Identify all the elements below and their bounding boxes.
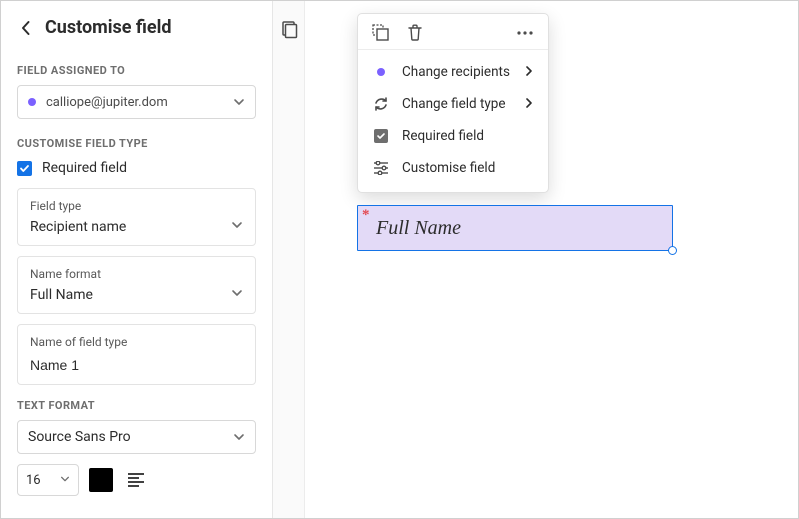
name-format-select[interactable]: Full Name: [30, 287, 243, 303]
assigned-to-label: FIELD ASSIGNED TO: [17, 64, 256, 77]
text-format-label: TEXT FORMAT: [17, 399, 256, 412]
required-asterisk: *: [362, 208, 370, 223]
panel-header: Customise field: [17, 17, 256, 38]
menu-label: Required field: [402, 128, 534, 144]
field-placeholder-text: Full Name: [376, 217, 461, 240]
checkbox-checked-icon: [374, 129, 388, 143]
font-select[interactable]: Source Sans Pro: [17, 420, 256, 454]
name-format-value: Full Name: [30, 287, 93, 303]
name-format-card: Name format Full Name: [17, 256, 256, 314]
menu-label: Change field type: [402, 96, 512, 112]
field-type-select[interactable]: Recipient name: [30, 219, 243, 235]
app-frame: Customise field FIELD ASSIGNED TO callio…: [0, 0, 799, 519]
checkbox-checked-icon: [17, 161, 32, 176]
panel-title: Customise field: [45, 17, 172, 38]
chevron-right-icon: [524, 96, 534, 112]
menu-label: Customise field: [402, 160, 534, 176]
chevron-down-icon: [233, 93, 245, 112]
text-format-row: 16: [17, 464, 256, 496]
assignee-value: calliope@jupiter.dom: [46, 95, 223, 110]
field-name-input[interactable]: [30, 357, 243, 373]
field-name-label: Name of field type: [30, 335, 243, 349]
assignee-select[interactable]: calliope@jupiter.dom: [17, 85, 256, 119]
menu-label: Change recipients: [402, 64, 512, 80]
required-field-checkbox[interactable]: Required field: [17, 160, 256, 176]
menu-customise-field[interactable]: Customise field: [358, 152, 548, 184]
font-value: Source Sans Pro: [28, 429, 131, 445]
text-align-left-icon: [127, 473, 145, 487]
page-thumbnails-button[interactable]: [280, 21, 298, 43]
text-align-button[interactable]: [123, 467, 149, 493]
field-type-card: Field type Recipient name: [17, 188, 256, 246]
document-canvas[interactable]: Change recipients Change field type: [305, 1, 798, 518]
resize-handle[interactable]: [668, 246, 677, 255]
menu-required-field[interactable]: Required field: [358, 120, 548, 152]
chevron-down-icon: [60, 473, 70, 488]
pages-icon: [280, 21, 298, 39]
field-context-menu: Change recipients Change field type: [357, 13, 549, 193]
menu-change-field-type[interactable]: Change field type: [358, 88, 548, 120]
recipient-color-dot-icon: [377, 68, 385, 76]
sliders-icon: [372, 161, 390, 175]
context-menu-toolbar: [358, 24, 548, 50]
customise-type-label: CUSTOMISE FIELD TYPE: [17, 137, 256, 150]
trash-icon: [407, 24, 423, 41]
chevron-down-icon: [233, 428, 245, 447]
font-color-swatch[interactable]: [89, 468, 113, 492]
field-type-label: Field type: [30, 199, 243, 213]
duplicate-icon: [372, 24, 389, 41]
chevron-down-icon: [231, 219, 243, 235]
customise-field-panel: Customise field FIELD ASSIGNED TO callio…: [1, 1, 273, 518]
font-size-select[interactable]: 16: [17, 464, 79, 496]
more-options-button[interactable]: [516, 30, 534, 36]
required-field-label: Required field: [42, 160, 127, 176]
chevron-down-icon: [231, 287, 243, 303]
more-icon: [516, 30, 534, 36]
menu-change-recipients[interactable]: Change recipients: [358, 56, 548, 88]
delete-button[interactable]: [407, 24, 423, 41]
field-name-card: Name of field type: [17, 324, 256, 385]
field-type-value: Recipient name: [30, 219, 126, 235]
recipient-color-dot: [28, 98, 36, 106]
canvas-name-field[interactable]: * Full Name: [357, 205, 673, 251]
refresh-icon: [372, 96, 390, 112]
font-size-value: 16: [26, 473, 41, 488]
back-button[interactable]: [17, 19, 35, 37]
name-format-label: Name format: [30, 267, 243, 281]
chevron-right-icon: [524, 64, 534, 80]
gutter-strip: [273, 1, 305, 518]
duplicate-button[interactable]: [372, 24, 389, 41]
chevron-left-icon: [17, 19, 35, 37]
